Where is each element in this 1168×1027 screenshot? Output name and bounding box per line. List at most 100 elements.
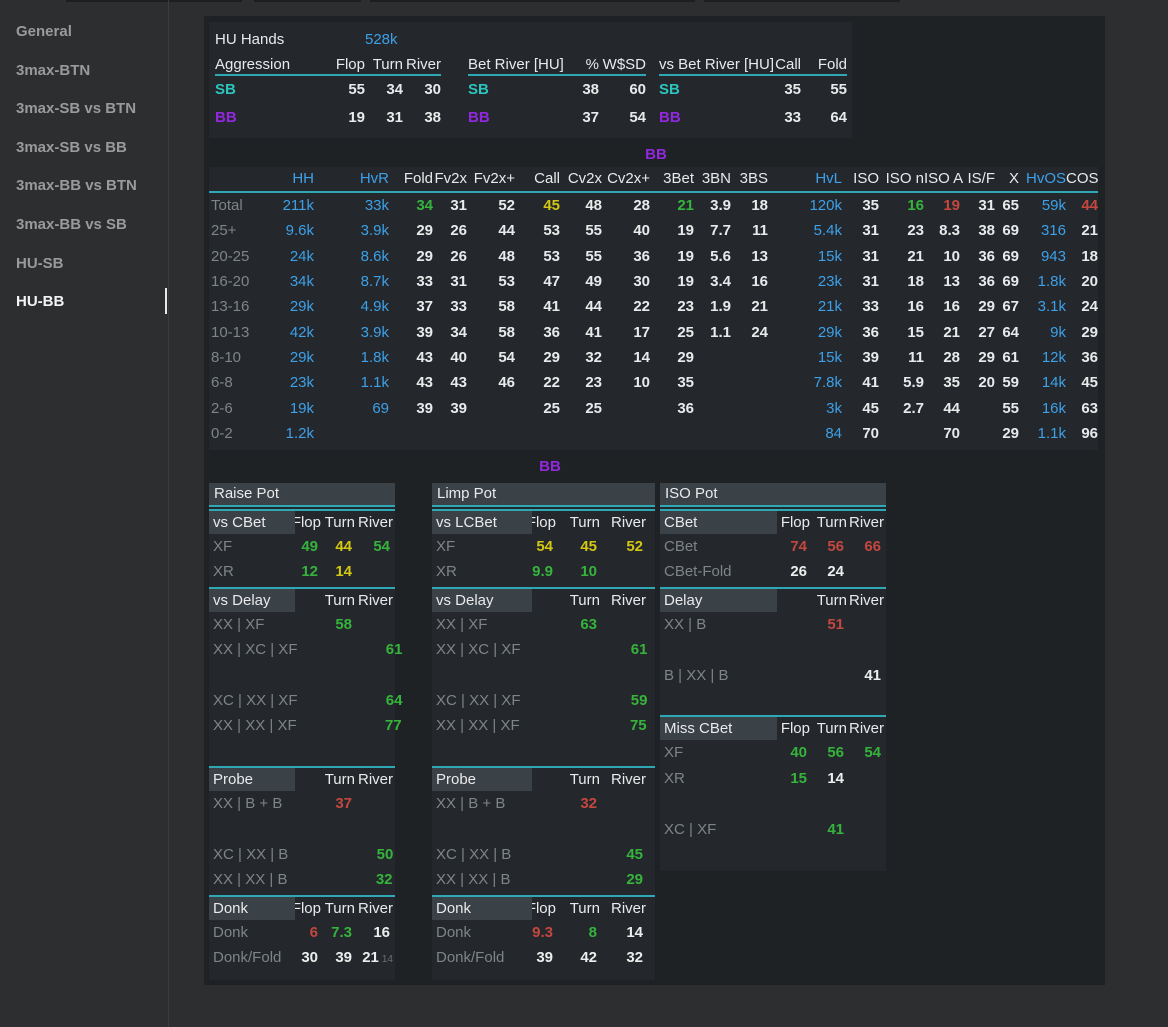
- vs-bet-river-header: vs Bet River [HU] Call Fold: [659, 56, 847, 76]
- stat-value: 69: [995, 269, 1019, 294]
- sidebar-item[interactable]: 3max-BTN: [16, 52, 160, 91]
- stat-value: 45: [600, 842, 646, 869]
- pot-section: Delay Turn River XX | B: [660, 587, 886, 714]
- stat-value: [324, 867, 358, 894]
- line-label: [660, 791, 774, 818]
- sidebar-item[interactable]: HU-BB: [16, 283, 160, 322]
- sample-size: [643, 568, 646, 579]
- stat-value: 41: [847, 663, 884, 690]
- stat-value: 14: [321, 559, 355, 586]
- col-turn: Turn: [321, 768, 355, 791]
- stat-row: XX | B 51: [660, 612, 886, 637]
- stat-value: [556, 663, 600, 690]
- stat-value: 44: [321, 534, 355, 561]
- stat-value: 53: [467, 269, 515, 294]
- bet-river-table: Bet River [HU] % W$SD SB 38 60 BB: [468, 56, 646, 132]
- sample-size: [881, 775, 884, 786]
- pot-section: Miss CBet Flop Turn River XF: [660, 715, 886, 867]
- iso-pot-panel: ISO Pot CBet Flop Turn River: [660, 483, 886, 871]
- col-wsd: W$SD: [599, 56, 646, 74]
- stat-value: [810, 663, 847, 690]
- section-rows: XF 49 44 54: [209, 534, 395, 585]
- stat-value: [731, 396, 768, 421]
- value-text: 8: [589, 924, 597, 941]
- stat-row: [432, 663, 655, 688]
- column-header: IS/F: [960, 167, 995, 191]
- value-text: 21: [362, 949, 379, 966]
- stat-value: 48: [467, 244, 515, 269]
- sidebar-item[interactable]: 3max-SB vs BTN: [16, 90, 160, 129]
- stat-value: 14k: [1019, 370, 1066, 395]
- stat-value: 64: [367, 688, 405, 715]
- stat-value: 70: [842, 421, 879, 446]
- stat-row: XX | XX | XF 75: [432, 713, 655, 738]
- stat-value: 39: [321, 945, 355, 972]
- stat-value: 6: [285, 920, 321, 947]
- panel-title: Raise Pot: [209, 483, 395, 507]
- col-turn: Turn: [810, 589, 847, 612]
- stat-row: XC | XX | B 50: [209, 842, 395, 867]
- section-rows: XX | XF 58: [209, 612, 395, 764]
- stat-value: 1.1k: [1019, 421, 1066, 446]
- section-header: Donk Flop Turn River: [432, 897, 655, 920]
- stat-value: 18: [731, 193, 768, 218]
- stat-value: 54: [847, 740, 884, 767]
- stat-value: 35: [650, 370, 694, 395]
- stat-value: 26: [433, 218, 467, 243]
- stat-value: 13: [731, 244, 768, 269]
- stat-value: 38: [960, 218, 995, 243]
- stat-value: [515, 421, 560, 446]
- stat-value: 31: [842, 269, 879, 294]
- line-label: XC | XX | B: [432, 842, 516, 869]
- stat-value: 43: [389, 345, 433, 370]
- column-header: 3BN: [694, 167, 731, 191]
- stat-value: 55: [995, 396, 1019, 421]
- sample-size: [643, 672, 646, 683]
- sidebar-item[interactable]: 3max-BB vs BTN: [16, 167, 160, 206]
- row-label: 25+: [209, 218, 261, 243]
- col-turn: Turn: [321, 589, 355, 612]
- sample-size: [881, 543, 884, 554]
- stat-row: XF 54 45 52: [432, 534, 655, 559]
- stat-value: 29: [995, 421, 1019, 446]
- stat-value: 28: [924, 345, 960, 370]
- stat-row: [660, 791, 886, 816]
- stat-value: 25: [515, 396, 560, 421]
- stats-panel: HU Hands 528k Aggression Flop Turn River…: [204, 16, 1105, 985]
- stat-value: [516, 612, 556, 639]
- value-text: 41: [864, 667, 881, 684]
- sidebar-item[interactable]: General: [16, 13, 160, 52]
- col-flop: Flop: [774, 717, 810, 740]
- pots-title: BB: [209, 458, 891, 475]
- section-rows: XF 40 56 54: [660, 740, 886, 867]
- section-title: vs Delay: [436, 592, 494, 609]
- stat-value: 4.9k: [314, 294, 389, 319]
- value-text: 45: [626, 846, 643, 863]
- value-text: 56: [827, 744, 844, 761]
- col-river: River: [847, 511, 884, 534]
- stat-value: 21: [650, 193, 694, 218]
- value-text: 51: [827, 616, 844, 633]
- stat-value: 31: [365, 104, 403, 132]
- stat-value: 1.1: [694, 320, 731, 345]
- stat-value: 37: [389, 294, 433, 319]
- stat-value: 12k: [1019, 345, 1066, 370]
- vs-bet-river-rows: SB 35 55 BB 33 64: [659, 76, 847, 132]
- stat-row: XF 49 44 54: [209, 534, 395, 559]
- stat-value: [516, 817, 556, 844]
- line-label: B | XX | B: [660, 663, 774, 690]
- sidebar-item[interactable]: 3max-SB vs BB: [16, 129, 160, 168]
- section-rows: XX | B + B 32: [432, 791, 655, 893]
- sidebar-item[interactable]: 3max-BB vs SB: [16, 206, 160, 245]
- stat-value: [288, 867, 324, 894]
- stat-value: [560, 713, 604, 740]
- stat-value: [774, 688, 810, 715]
- stat-value: [355, 663, 393, 690]
- stat-value: [960, 421, 995, 446]
- stat-value: [600, 612, 646, 639]
- sample-size: [647, 646, 650, 657]
- stat-value: [602, 396, 650, 421]
- stat-value: 59: [995, 370, 1019, 395]
- position-label: BB: [468, 104, 564, 132]
- sidebar-item[interactable]: HU-SB: [16, 245, 160, 284]
